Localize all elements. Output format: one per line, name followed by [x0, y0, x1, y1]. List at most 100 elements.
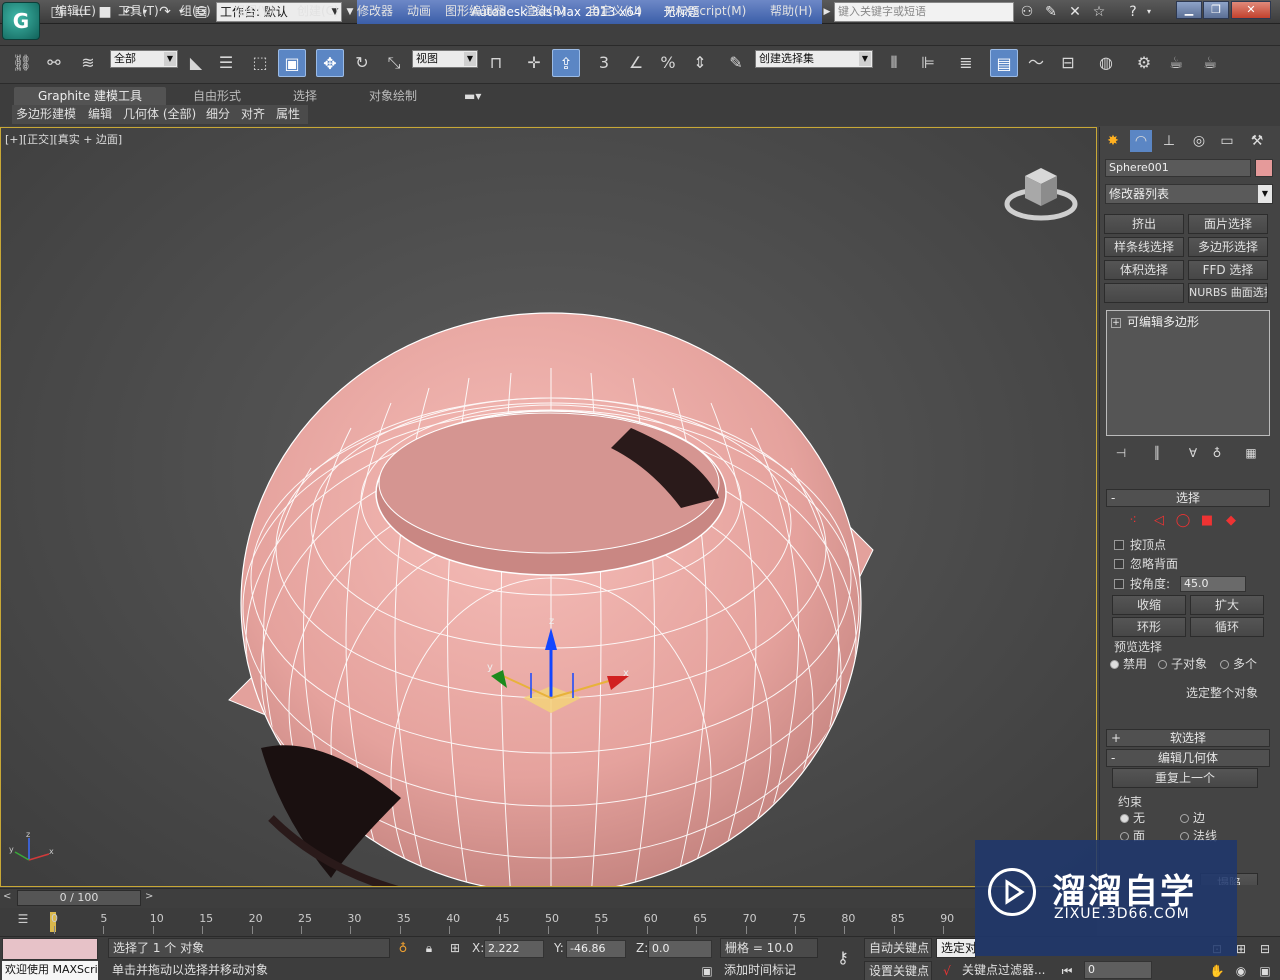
rectangle-selection-icon[interactable]: ⬚ [246, 49, 274, 77]
make-unique-icon[interactable]: ∀ [1184, 444, 1202, 462]
extrude-modifier-button[interactable]: 挤出 [1104, 214, 1184, 234]
spline-select-button[interactable]: 样条线选择 [1104, 237, 1184, 257]
field-of-view-icon[interactable]: ⊟ [1256, 940, 1274, 958]
render-production-icon[interactable]: ☕ [1196, 49, 1224, 77]
favorites-star-icon[interactable]: ☆ [1090, 3, 1108, 21]
radio-dot[interactable] [1110, 660, 1119, 669]
subtab-subdivision[interactable]: 细分 [206, 106, 230, 123]
menu-maxscript[interactable]: MAXScript(M) [665, 2, 746, 20]
utilities-tab-icon[interactable]: ⚒ [1246, 130, 1268, 152]
selection-rollout-header[interactable]: - 选择 [1106, 489, 1270, 507]
viewport-label[interactable]: [+][正交][真实 + 边面] [5, 131, 122, 147]
material-editor-icon[interactable]: ◍ [1092, 49, 1120, 77]
go-to-start-icon[interactable]: ⏮ [1058, 962, 1076, 980]
current-frame-input[interactable]: 0 [1084, 961, 1152, 979]
stack-item-editable-poly[interactable]: + 可编辑多边形 [1111, 314, 1199, 330]
select-and-rotate-icon[interactable]: ↻ [348, 49, 376, 77]
save-icon[interactable]: ■ [96, 3, 114, 21]
add-time-tag-button[interactable]: 添加时间标记 [720, 961, 818, 980]
time-slider-prev-icon[interactable]: < [3, 891, 11, 902]
tab-object-paint[interactable]: 对象绘制 [369, 87, 417, 105]
polygon-mode-icon[interactable]: ■ [1198, 512, 1216, 530]
by-angle-checkbox[interactable]: 按角度: [1114, 576, 1170, 592]
menu-tools[interactable]: 工具(T) [118, 2, 159, 20]
motion-tab-icon[interactable]: ◎ [1188, 130, 1210, 152]
configure-sets-icon[interactable]: ▦ [1242, 444, 1260, 462]
maxscript-mini-listener[interactable]: 欢迎使用 MAXScri [2, 961, 98, 980]
time-tag-icon[interactable]: ▣ [698, 962, 716, 980]
viewcube[interactable] [1001, 158, 1081, 228]
close-button[interactable]: ✕ [1231, 1, 1271, 19]
time-slider-next-icon[interactable]: > [145, 891, 153, 902]
edge-mode-icon[interactable]: ◁ [1150, 512, 1168, 530]
display-tab-icon[interactable]: ▭ [1216, 130, 1238, 152]
nurbs-surface-select-button[interactable]: NURBS 曲面选择 [1188, 283, 1268, 303]
grow-button[interactable]: 扩大 [1190, 595, 1264, 615]
graphite-toggle-icon[interactable]: ▤ [990, 49, 1018, 77]
viewport-menu-label[interactable]: [+] [5, 133, 23, 146]
vertex-mode-icon[interactable]: ⁖ [1124, 512, 1142, 530]
modifier-list-dropdown[interactable]: 修改器列表 ▼ [1105, 184, 1273, 204]
modifier-stack[interactable]: + 可编辑多边形 [1106, 310, 1270, 436]
element-mode-icon[interactable]: ◆ [1222, 512, 1240, 530]
set-key-button[interactable]: 设置关键点 [864, 961, 932, 980]
modify-tab-icon[interactable]: ◠ [1130, 130, 1152, 152]
mirror-icon[interactable]: ⫴ [880, 49, 908, 77]
loop-button[interactable]: 循环 [1190, 617, 1264, 637]
repeat-last-button[interactable]: 重复上一个 [1112, 768, 1258, 788]
viewport-shading-label[interactable]: [真实 + 边面] [53, 133, 122, 146]
x-coord-input[interactable]: 2.222 [484, 940, 544, 958]
show-end-result-icon[interactable]: ║ [1148, 444, 1166, 462]
selection-filter-dropdown[interactable]: 全部 ▼ [110, 50, 178, 68]
menu-animation[interactable]: 动画 [407, 2, 431, 20]
layer-manager-icon[interactable]: ≣ [952, 49, 980, 77]
preview-multi-radio[interactable]: 多个 [1220, 656, 1257, 672]
menu-rendering[interactable]: 渲染(R) [524, 2, 566, 20]
spinner-snap-icon[interactable]: ⇕ [686, 49, 714, 77]
radio-dot[interactable] [1120, 814, 1129, 823]
subtab-geometry-all[interactable]: 几何体 (全部) [123, 106, 196, 123]
soft-selection-rollout-header[interactable]: + 软选择 [1106, 729, 1270, 747]
angle-spinner[interactable]: 45.0 [1180, 576, 1246, 592]
snaps-toggle-icon[interactable]: 3 [590, 49, 618, 77]
shrink-button[interactable]: 收缩 [1112, 595, 1186, 615]
key-icon[interactable]: ⚷ [834, 949, 852, 967]
subtab-edit[interactable]: 编辑 [88, 106, 112, 123]
search-input[interactable]: 键入关键字或短语 [834, 2, 1014, 22]
by-vertex-checkbox[interactable]: 按顶点 [1114, 537, 1166, 553]
lock-selection-icon[interactable]: 🔒︎ [420, 939, 438, 957]
pan-icon[interactable]: ✋ [1208, 962, 1226, 980]
unlink-icon[interactable]: ⚯ [40, 49, 68, 77]
edit-geometry-rollout-header[interactable]: - 编辑几何体 [1106, 749, 1270, 767]
link-icon[interactable]: ⛓ [8, 49, 36, 77]
select-and-scale-icon[interactable]: ⤡ [380, 49, 408, 77]
angle-snap-icon[interactable]: ∠ [622, 49, 650, 77]
radio-dot[interactable] [1180, 814, 1189, 823]
schematic-view-icon[interactable]: ⊟ [1054, 49, 1082, 77]
tab-graphite-modeling[interactable]: Graphite 建模工具 [14, 87, 166, 105]
checkbox-box[interactable] [1114, 579, 1124, 589]
menu-customize[interactable]: 自定义(U) [588, 2, 642, 20]
viewport-view-label[interactable]: [正交] [23, 133, 54, 146]
edit-named-selection-icon[interactable]: ✎ [722, 49, 750, 77]
orbit-icon[interactable]: ◉ [1232, 962, 1250, 980]
menu-graph-editors[interactable]: 图形编辑器 [445, 2, 505, 20]
tab-freeform[interactable]: 自由形式 [193, 87, 241, 105]
communication-icon[interactable]: ✕ [1066, 3, 1084, 21]
time-slider-thumb[interactable]: 0 / 100 [17, 890, 141, 906]
subtab-properties[interactable]: 属性 [276, 106, 300, 123]
menu-group[interactable]: 组(G) [180, 2, 211, 20]
expand-icon[interactable]: + [1111, 317, 1121, 328]
y-coord-input[interactable]: -46.86 [566, 940, 626, 958]
keyboard-shortcut-override-icon[interactable]: ⇪ [552, 49, 580, 77]
bind-space-warp-icon[interactable]: ≋ [74, 49, 102, 77]
chevron-right-icon[interactable]: ▶ [822, 3, 832, 21]
auto-key-button[interactable]: 自动关键点 [864, 938, 932, 958]
menu-edit[interactable]: 编辑(E) [55, 2, 96, 20]
minimize-button[interactable]: ▁ [1176, 1, 1202, 19]
hierarchy-tab-icon[interactable]: ⊥ [1158, 130, 1180, 152]
volume-select-button[interactable]: 体积选择 [1104, 260, 1184, 280]
chevron-down-icon[interactable]: ▼ [344, 3, 356, 21]
key-filter-icon[interactable]: √ [938, 962, 956, 980]
perspective-viewport[interactable]: [+][正交][真实 + 边面] z x y z x y [0, 127, 1097, 887]
